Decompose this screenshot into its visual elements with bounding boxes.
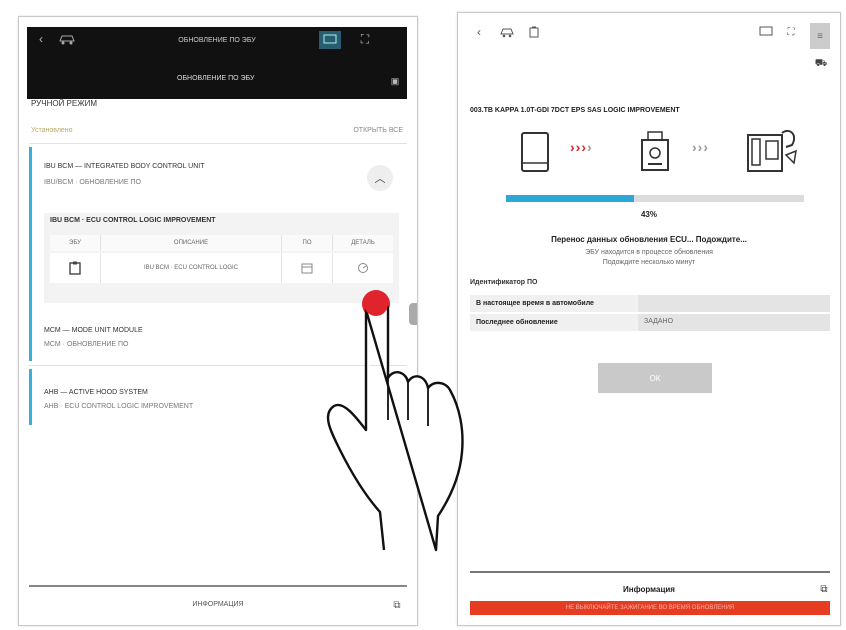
top-app-bar: ‹ ОБНОВЛЕНИЕ ПО ЭБУ ⛶ ОБНОВЛЕНИЕ ПО ЭБУ …: [27, 27, 407, 99]
progress-percent: 43%: [640, 210, 657, 219]
installed-filter[interactable]: Установлено: [31, 127, 73, 134]
card-subtitle: MCM · ОБНОВЛЕНИЕ ПО: [44, 341, 129, 348]
collapse-button[interactable]: ︿: [367, 165, 393, 191]
clipboard-icon[interactable]: [50, 253, 101, 283]
vci-device-icon: [640, 131, 670, 176]
car-icon: [498, 25, 516, 39]
device-icon[interactable]: [758, 25, 774, 39]
open-all-link[interactable]: ОТКРЫТЬ ВСЕ: [353, 127, 403, 134]
table-row[interactable]: IBU BCM · ECU CONTROL LOGIC: [50, 253, 393, 283]
info-key: Последнее обновление: [476, 319, 558, 326]
tablet-icon: [520, 131, 550, 178]
info-key: В настоящее время в автомобиле: [476, 300, 594, 307]
chevron-up-icon: ︿: [374, 173, 386, 185]
screenshot-icon[interactable]: ⧉: [818, 583, 830, 595]
menu-icon[interactable]: ≡: [810, 23, 830, 49]
topbar-subtitle: ОБНОВЛЕНИЕ ПО ЭБУ: [177, 75, 255, 82]
status-note: ЭБУ находится в процессе обновления: [585, 249, 713, 256]
progress-fill: [506, 195, 635, 202]
top-app-bar: ‹ ⛶ ≡ ⛟: [458, 13, 840, 79]
progress-bar: [506, 195, 804, 202]
divider: [29, 143, 407, 144]
info-value: [638, 295, 830, 312]
section-title: Идентификатор ПО: [470, 279, 538, 286]
ok-button[interactable]: ОК: [598, 363, 712, 393]
column-header: ЭБУ: [50, 235, 101, 251]
calendar-icon[interactable]: [282, 253, 333, 283]
bottom-bar: ИНФОРМАЦИЯ ⧉: [29, 585, 407, 625]
info-table: В настоящее время в автомобиле Последнее…: [470, 295, 830, 333]
update-title: 003.TB KAPPA 1.0T-GDI 7DCT EPS SAS LOGIC…: [470, 107, 680, 114]
device-icon[interactable]: [319, 31, 341, 49]
table-header: ЭБУ ОПИСАНИЕ ПО ДЕТАЛЬ: [50, 235, 393, 251]
transfer-arrows-icon: ›››: [692, 139, 709, 155]
chevron-left-icon[interactable]: ‹: [472, 25, 486, 39]
warning-bar: НЕ ВЫКЛЮЧАЙТЕ ЗАЖИГАНИЕ ВО ВРЕМЯ ОБНОВЛЕ…: [470, 601, 830, 615]
row-description: IBU BCM · ECU CONTROL LOGIC: [101, 253, 282, 283]
fullscreen-icon[interactable]: ⛶: [784, 25, 798, 39]
card-subtitle: IBU/BCM · ОБНОВЛЕНИЕ ПО: [44, 179, 141, 186]
info-tab[interactable]: Информация: [458, 585, 840, 594]
card-subtitle: AHB · ECU CONTROL LOGIC IMPROVEMENT: [44, 403, 194, 410]
status-note: Подождите несколько минут: [602, 259, 696, 266]
transfer-arrows-icon: ››››: [570, 139, 593, 155]
card-title: MCM — MODE UNIT MODULE: [44, 327, 143, 334]
column-header: ДЕТАЛЬ: [351, 240, 375, 246]
page-title: РУЧНОЙ РЕЖИМ: [31, 99, 98, 108]
fullscreen-icon[interactable]: ⛶: [357, 31, 373, 47]
settings-icon[interactable]: ▣: [389, 75, 401, 87]
info-row: В настоящее время в автомобиле: [470, 295, 830, 312]
right-screen: ‹ ⛶ ≡ ⛟ 003.TB KAPPA 1.0T-GDI 7DCT EPS S…: [457, 12, 841, 626]
info-value: ЗАДАНО: [638, 314, 830, 331]
screenshot-icon[interactable]: ⧉: [391, 599, 403, 611]
pointing-hand-icon: [310, 280, 480, 555]
column-header: ОПИСАНИЕ: [101, 235, 282, 251]
vehicle-icon[interactable]: ⛟: [814, 57, 828, 71]
battery-icon: [526, 25, 542, 39]
refresh-icon[interactable]: [333, 253, 393, 283]
status-message: Перенос данных обновления ECU... Подожди…: [551, 235, 747, 244]
column-header: ПО: [282, 235, 333, 251]
topbar-title: ОБНОВЛЕНИЕ ПО ЭБУ: [178, 37, 256, 44]
card-title: IBU BCM — INTEGRATED BODY CONTROL UNIT: [44, 163, 205, 170]
divider: [470, 571, 830, 573]
card-title: AHB — ACTIVE HOOD SYSTEM: [44, 389, 148, 396]
table-title: IBU BCM · ECU CONTROL LOGIC IMPROVEMENT: [50, 217, 216, 224]
info-tab[interactable]: ИНФОРМАЦИЯ: [29, 601, 407, 608]
ecu-vehicle-icon: [746, 125, 798, 180]
info-row: Последнее обновление ЗАДАНО: [470, 314, 830, 331]
